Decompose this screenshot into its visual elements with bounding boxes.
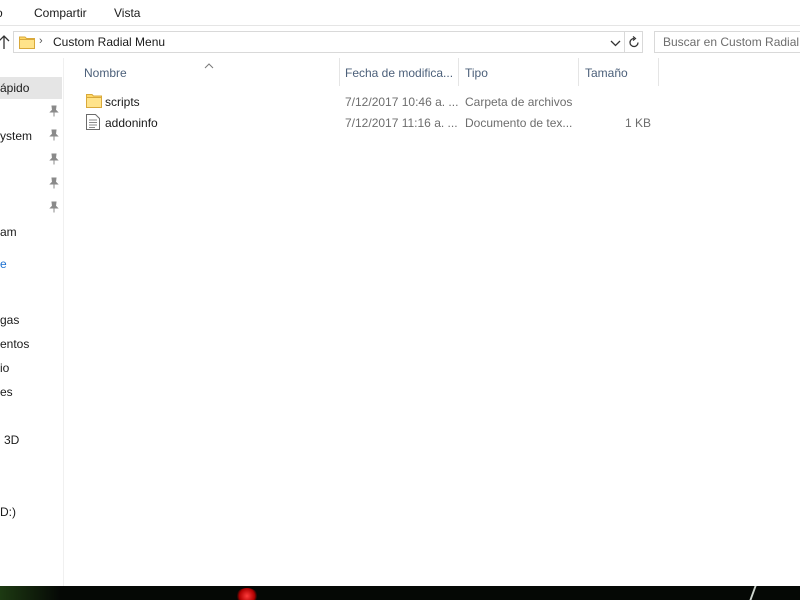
file-row-scripts[interactable]: scripts 7/12/2017 10:46 a. ... Carpeta d… (66, 91, 666, 112)
file-type: Documento de tex... (465, 116, 573, 130)
wallpaper-red-light (236, 588, 258, 600)
search-box[interactable] (654, 31, 800, 53)
nav-item-local-disk[interactable]: D:) (0, 501, 62, 523)
file-name: scripts (105, 95, 140, 109)
nav-item-onedrive[interactable]: e (0, 253, 62, 275)
pin-icon[interactable] (48, 201, 60, 213)
up-arrow-icon[interactable] (0, 34, 10, 50)
nav-item-steam[interactable]: am (0, 221, 62, 243)
refresh-icon (629, 36, 639, 48)
ribbon-tab-strip: o Compartir Vista (0, 0, 800, 26)
chevron-down-icon[interactable] (610, 37, 621, 47)
nav-item-objetos-3d[interactable]: 3D (0, 429, 62, 451)
nav-item-label: es (0, 385, 13, 399)
wallpaper-green-glow (0, 586, 60, 600)
nav-item-pinned-4[interactable] (0, 173, 62, 195)
address-bar[interactable]: › Custom Radial Menu (13, 31, 625, 53)
desktop-background (0, 586, 800, 600)
file-date: 7/12/2017 11:16 a. ... (345, 116, 458, 130)
nav-item-label: 3D (4, 433, 20, 447)
refresh-button[interactable] (625, 31, 643, 53)
nav-item-label: D:) (0, 505, 16, 519)
ribbon-tab-compartir[interactable]: Compartir (34, 6, 87, 20)
ribbon-tab-partial[interactable]: o (0, 6, 3, 20)
column-header-label: Tipo (465, 66, 488, 80)
nav-item-documentos[interactable]: entos (0, 333, 62, 355)
nav-item-descargas[interactable]: gas (0, 309, 62, 331)
column-header-name[interactable]: Nombre (78, 58, 340, 88)
wallpaper-streak (749, 586, 757, 600)
nav-item-label: io (0, 361, 10, 375)
ribbon-tab-vista[interactable]: Vista (114, 6, 140, 20)
column-header-size[interactable]: Tamaño (579, 58, 659, 88)
file-name: addoninfo (105, 116, 158, 130)
pin-icon[interactable] (48, 177, 60, 189)
folder-icon (86, 93, 102, 111)
file-type: Carpeta de archivos (465, 95, 573, 109)
nav-item-pinned-3[interactable] (0, 149, 62, 171)
address-row: › Custom Radial Menu (0, 26, 800, 58)
nav-item-label: entos (0, 337, 30, 351)
nav-item-escritorio[interactable]: io (0, 357, 62, 379)
nav-item-pinned-1[interactable] (0, 101, 62, 123)
pin-icon[interactable] (48, 129, 60, 141)
pin-icon[interactable] (48, 105, 60, 117)
column-divider[interactable] (658, 58, 659, 86)
text-file-icon (86, 114, 100, 133)
file-size: 1 KB (624, 116, 651, 130)
column-header-type[interactable]: Tipo (459, 58, 579, 88)
breadcrumb-separator[interactable]: › (39, 35, 43, 47)
nav-item-label: e (0, 257, 7, 271)
column-header-date[interactable]: Fecha de modifica... (339, 58, 459, 88)
nav-item-system[interactable]: ystem (0, 125, 62, 147)
column-header-label: Fecha de modifica... (345, 66, 454, 80)
nav-item-pinned-5[interactable] (0, 197, 62, 219)
file-list-pane: Nombre Fecha de modifica... Tipo Tamaño … (66, 58, 800, 586)
search-input[interactable] (655, 32, 800, 52)
nav-item-label: gas (0, 313, 20, 327)
pin-icon[interactable] (48, 153, 60, 165)
column-header-label: Nombre (84, 66, 127, 80)
navigation-pane: ápido ystem am e gas entos io es 3D D:) (0, 58, 64, 586)
nav-item-label: ystem (0, 129, 33, 143)
breadcrumb[interactable]: Custom Radial Menu (53, 35, 165, 49)
nav-item-label: am (0, 225, 17, 239)
folder-icon (19, 35, 35, 52)
file-date: 7/12/2017 10:46 a. ... (345, 95, 459, 109)
nav-item-label: ápido (0, 81, 30, 95)
nav-item-quick-access[interactable]: ápido (0, 77, 62, 99)
file-row-addoninfo[interactable]: addoninfo 7/12/2017 11:16 a. ... Documen… (66, 112, 666, 133)
column-header-label: Tamaño (585, 66, 628, 80)
nav-item-imagenes[interactable]: es (0, 381, 62, 403)
